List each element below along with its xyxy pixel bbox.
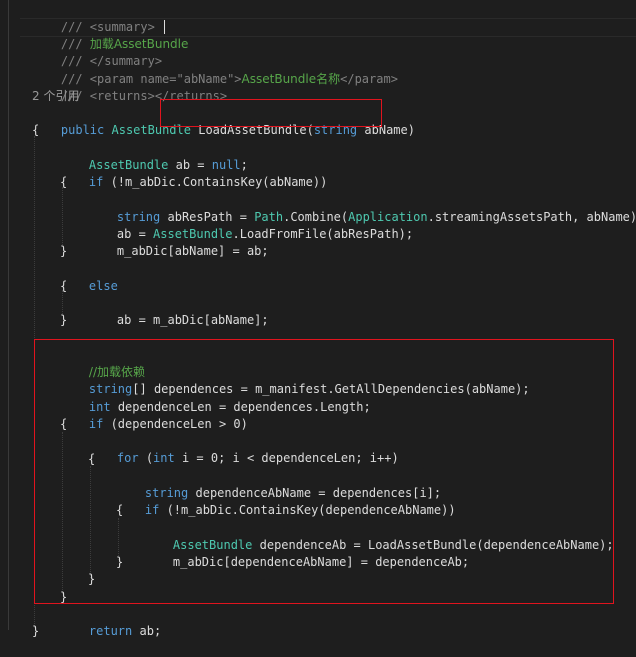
outlining-margin <box>8 0 9 630</box>
code-line[interactable]: else <box>60 261 118 293</box>
references-codelens[interactable]: 2 个引用 <box>32 88 79 105</box>
highlight-box-dependencies <box>34 339 614 604</box>
keyword: return <box>88 624 133 638</box>
brace: { <box>32 123 40 137</box>
brace: } <box>60 244 68 258</box>
code-line[interactable]: string abResPath = Path.Combine(Applicat… <box>88 192 636 224</box>
code-line[interactable]: /// <returns></returns> <box>32 71 227 103</box>
code-line[interactable]: m_abDic[abName] = ab; <box>88 226 269 258</box>
brace: { <box>60 279 68 293</box>
code-line[interactable]: } <box>32 623 39 640</box>
text-caret <box>164 20 165 34</box>
code-text: .streamingAssetsPath, abName); <box>427 210 636 224</box>
code-line[interactable]: { <box>32 122 39 139</box>
keyword: if <box>88 175 104 189</box>
code-line[interactable]: /// <param name="abName">AssetBundle名称</… <box>32 54 398 86</box>
editor-gutter[interactable] <box>0 0 20 654</box>
keyword: public <box>60 123 105 137</box>
code-line[interactable]: AssetBundle ab = null; <box>60 140 248 172</box>
doc-comment-text: AssetBundle名称 <box>241 72 341 86</box>
code-text: m_abDic[abName] = ab; <box>116 244 269 258</box>
code-line[interactable]: return ab; <box>60 606 161 638</box>
code-line[interactable]: /// <summary> <box>32 2 155 34</box>
code-line[interactable]: ab = AssetBundle.LoadFromFile(abResPath)… <box>88 209 413 241</box>
keyword: else <box>88 279 118 293</box>
code-line[interactable]: ab = m_abDic[abName]; <box>88 295 269 327</box>
code-text: ab = m_abDic[abName]; <box>116 313 269 327</box>
code-editor[interactable]: /// <summary> /// 加载AssetBundle /// </su… <box>0 0 636 654</box>
brace: } <box>32 624 40 638</box>
code-line[interactable]: /// </summary> <box>32 36 162 68</box>
code-line[interactable]: } <box>60 312 67 329</box>
highlight-box-signature <box>160 99 382 127</box>
doc-comment-tag: </param> <box>340 72 398 86</box>
brace: { <box>60 175 68 189</box>
code-line[interactable]: { <box>60 174 67 191</box>
code-text: (!m_abDic.ContainsKey(abName)) <box>103 175 328 189</box>
code-line[interactable]: } <box>60 243 67 260</box>
code-line[interactable]: { <box>60 278 67 295</box>
code-line[interactable]: if (!m_abDic.ContainsKey(abName)) <box>60 157 327 189</box>
code-text: ab; <box>132 624 162 638</box>
brace: } <box>60 313 68 327</box>
